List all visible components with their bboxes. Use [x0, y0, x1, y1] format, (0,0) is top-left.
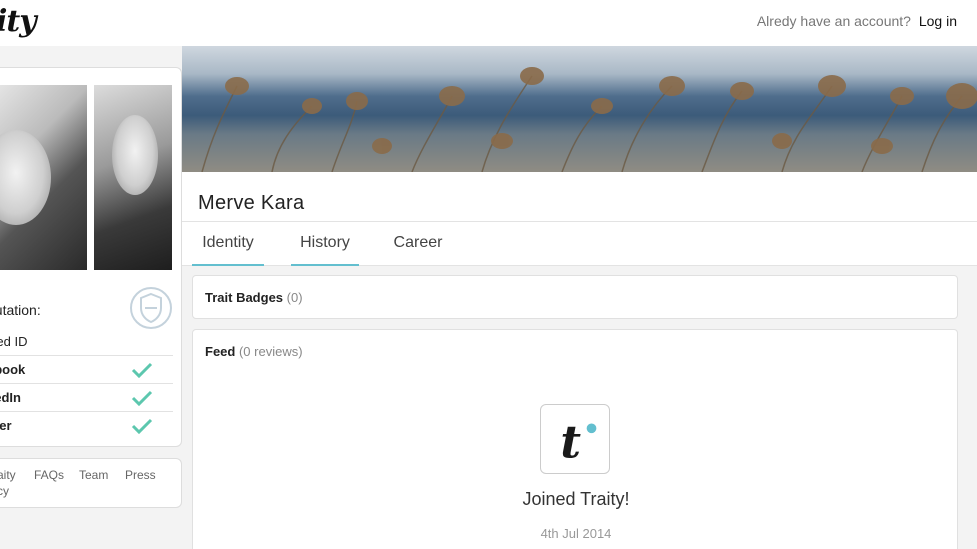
- top-bar: ity Alredy have an account? Log in: [0, 0, 977, 46]
- traity-logo[interactable]: ity: [0, 4, 37, 39]
- reputation-label: putation:: [0, 302, 41, 318]
- tab-content: Trait Badges (0) Feed (0 reviews) t Join…: [182, 266, 977, 549]
- trait-row-linkedin: kedIn: [0, 383, 173, 411]
- footer-link-faqs[interactable]: FAQs: [34, 468, 64, 482]
- footer-links-card: aity FAQs Team Press cy: [0, 458, 182, 508]
- trait-label: itter: [0, 418, 12, 433]
- checkmark-icon: [131, 390, 153, 406]
- trait-label: kedIn: [0, 390, 21, 405]
- checkmark-icon: [131, 362, 153, 378]
- feed-event-text: Joined Traity!: [522, 489, 630, 509]
- profile-photo[interactable]: [0, 85, 87, 270]
- face-shape: [112, 115, 158, 195]
- login-prompt: Alredy have an account?: [756, 13, 911, 29]
- trait-label: ified ID: [0, 334, 28, 349]
- shield-icon: [130, 287, 172, 329]
- profile-main: Merve Kara Identity History Career Trait…: [182, 172, 977, 549]
- footer-link-press[interactable]: Press: [125, 468, 156, 482]
- trait-row-twitter: itter: [0, 411, 173, 439]
- profile-photo-secondary[interactable]: [94, 85, 172, 270]
- footer-link-privacy[interactable]: cy: [0, 484, 9, 498]
- feed-panel: Feed (0 reviews) t Joined Traity! 4th Ju…: [192, 329, 958, 549]
- traity-logo-icon: t: [540, 404, 610, 474]
- checkmark-icon: [131, 418, 153, 434]
- footer-link-about[interactable]: aity: [0, 468, 16, 482]
- tab-history[interactable]: History: [291, 222, 359, 267]
- trait-badges-panel: Trait Badges (0): [192, 275, 958, 319]
- profile-tabs: Identity History Career: [182, 221, 977, 267]
- tab-identity[interactable]: Identity: [192, 222, 264, 267]
- trait-badges-count: (0): [286, 290, 303, 305]
- feed-label: Feed: [205, 344, 236, 359]
- trait-row-verified-id: ified ID: [0, 328, 173, 356]
- login-link[interactable]: Log in: [919, 13, 957, 29]
- cover-image: [182, 46, 977, 172]
- trait-label: ebook: [0, 362, 26, 377]
- traity-icon-letter: t: [560, 415, 581, 468]
- profile-sidebar-card: putation: ified ID ebook kedIn itter: [0, 67, 182, 447]
- feed-title: Feed (0 reviews): [205, 344, 303, 359]
- footer-link-team[interactable]: Team: [79, 468, 108, 482]
- feed-event-date: 4th Jul 2014: [540, 526, 612, 541]
- feed-count: (0 reviews): [238, 344, 303, 359]
- trait-badges-title: Trait Badges (0): [205, 290, 303, 305]
- tab-career[interactable]: Career: [386, 222, 450, 266]
- trait-badges-label: Trait Badges: [205, 290, 284, 305]
- profile-name: Merve Kara: [198, 192, 305, 214]
- face-shape: [0, 130, 51, 225]
- login-area: Alredy have an account? Log in: [757, 13, 957, 29]
- trait-row-facebook: ebook: [0, 355, 173, 383]
